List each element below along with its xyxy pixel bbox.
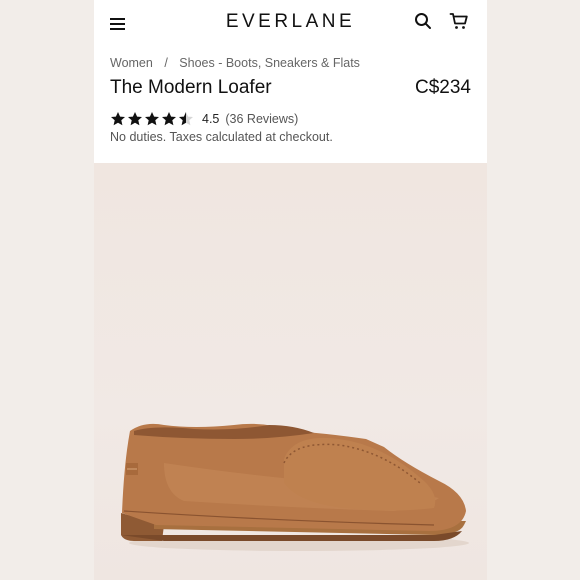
rating-score: 4.5 bbox=[202, 112, 220, 126]
search-icon[interactable] bbox=[414, 12, 432, 30]
product-image[interactable] bbox=[94, 163, 487, 580]
star-icon bbox=[162, 112, 176, 126]
breadcrumb-separator: / bbox=[164, 56, 168, 70]
product-title: The Modern Loafer bbox=[110, 77, 272, 98]
breadcrumb-shoes[interactable]: Shoes - Boots, Sneakers & Flats bbox=[179, 56, 360, 70]
star-icon bbox=[128, 112, 142, 126]
product-rating[interactable]: 4.5 (36 Reviews) bbox=[110, 110, 298, 128]
star-icon bbox=[111, 112, 125, 126]
product-price: C$234 bbox=[415, 77, 471, 98]
breadcrumb-women[interactable]: Women bbox=[110, 56, 153, 70]
half-star-icon bbox=[179, 112, 193, 126]
right-background bbox=[487, 0, 580, 580]
product-page: EVERLANE Women / Shoes - Boots, Sneakers… bbox=[94, 0, 487, 580]
cart-icon[interactable] bbox=[449, 11, 469, 31]
reviews-link[interactable]: (36 Reviews) bbox=[225, 112, 298, 126]
star-rating bbox=[110, 111, 194, 127]
star-icon bbox=[145, 112, 159, 126]
site-header: EVERLANE bbox=[94, 0, 487, 46]
left-background bbox=[0, 0, 94, 580]
duties-note: No duties. Taxes calculated at checkout. bbox=[110, 130, 333, 144]
loafer-illustration bbox=[121, 423, 469, 551]
breadcrumb: Women / Shoes - Boots, Sneakers & Flats bbox=[110, 56, 360, 70]
